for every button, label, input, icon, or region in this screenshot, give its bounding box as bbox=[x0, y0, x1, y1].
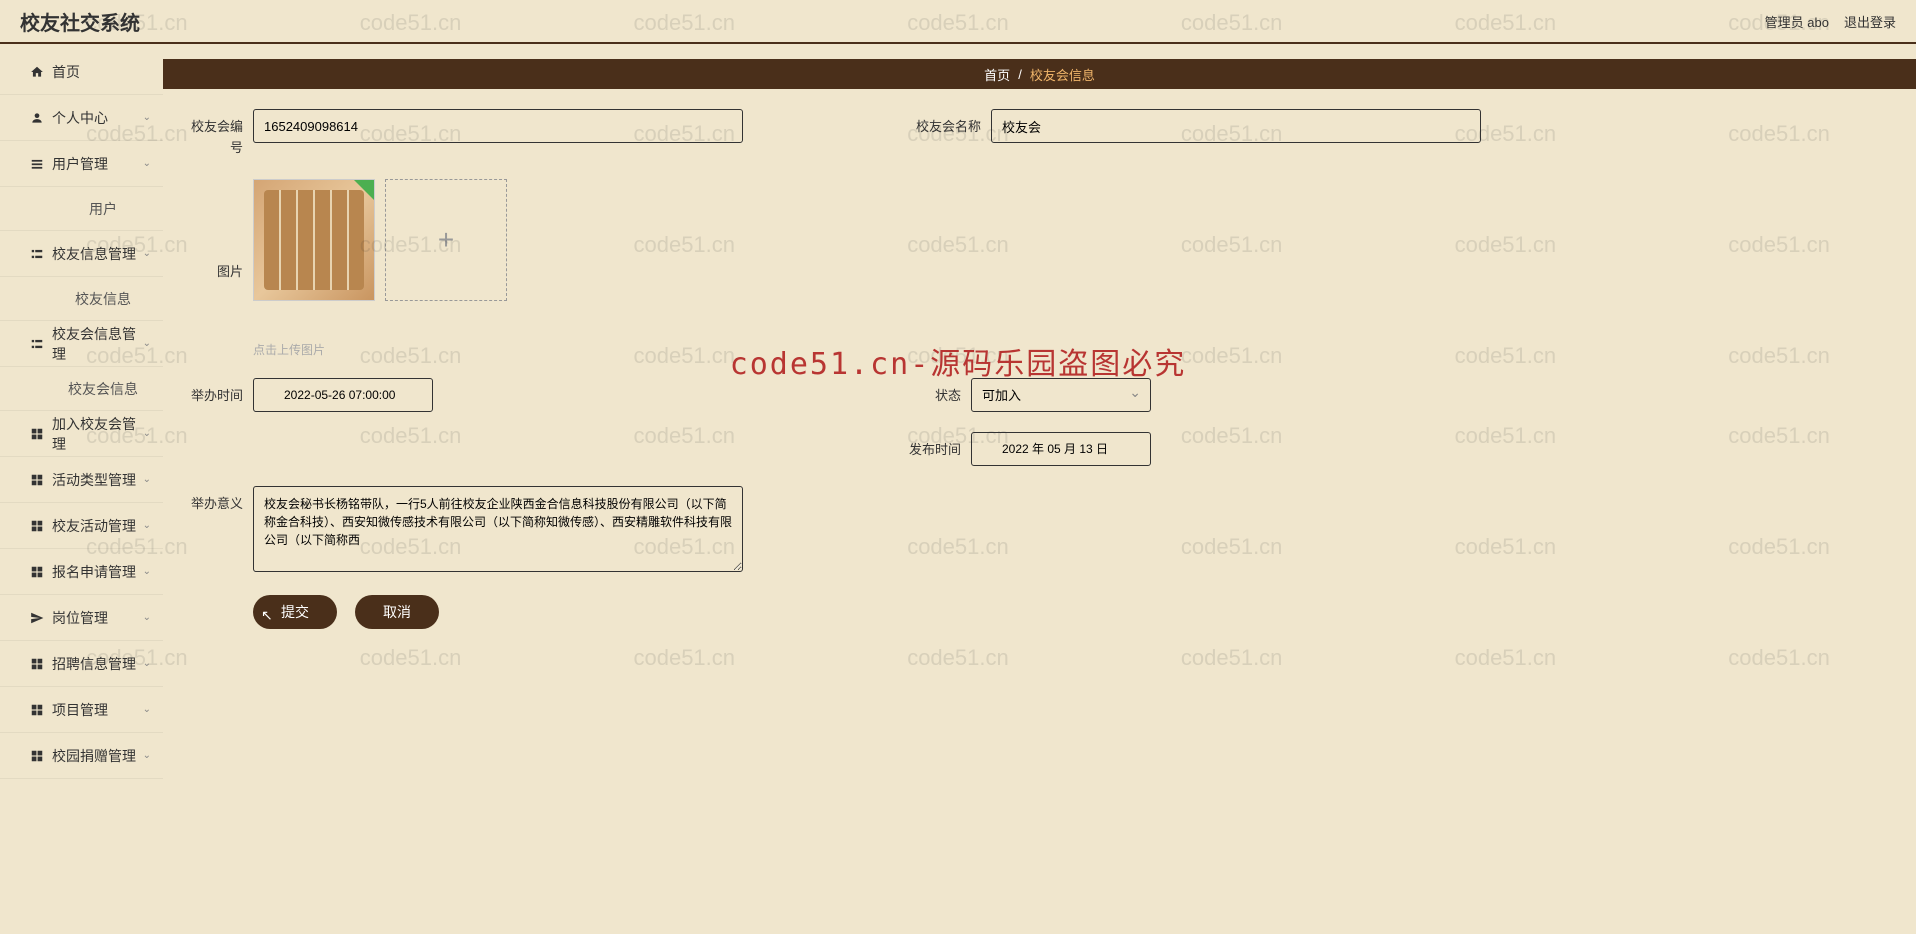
sidebar-label: 校友信息管理 bbox=[52, 244, 136, 264]
sidebar-item-recruit-mgmt[interactable]: 招聘信息管理 ⌄ bbox=[0, 641, 163, 687]
sidebar-label: 校友活动管理 bbox=[52, 516, 136, 536]
sidebar-item-personal[interactable]: 个人中心 ⌄ bbox=[0, 95, 163, 141]
sidebar-item-user-mgmt[interactable]: 用户管理 ⌄ bbox=[0, 141, 163, 187]
chevron-down-icon: ⌄ bbox=[143, 248, 151, 259]
sidebar-label: 用户 bbox=[89, 199, 117, 219]
sidebar-item-join-assoc-mgmt[interactable]: 加入校友会管理 ⌄ bbox=[0, 411, 163, 457]
breadcrumb-current: 校友会信息 bbox=[1030, 65, 1095, 84]
cursor-icon: ↖ bbox=[261, 607, 273, 624]
chevron-down-icon: ⌄ bbox=[143, 566, 151, 577]
grid-icon bbox=[30, 473, 44, 487]
grid-icon bbox=[30, 519, 44, 533]
admin-name[interactable]: 管理员 abo bbox=[1765, 12, 1829, 31]
user-icon bbox=[30, 111, 44, 125]
label-assoc-id: 校友会编号 bbox=[183, 109, 243, 159]
chevron-down-icon: ⌄ bbox=[143, 704, 151, 715]
sidebar-item-alumni-activity-mgmt[interactable]: 校友活动管理 ⌄ bbox=[0, 503, 163, 549]
sidebar: 首页 个人中心 ⌄ 用户管理 ⌄ 用户 校友信息管理 ⌄ 校友信息 bbox=[0, 44, 163, 934]
label-image: 图片 bbox=[183, 254, 243, 283]
select-status[interactable] bbox=[971, 378, 1151, 412]
input-publish-time[interactable] bbox=[971, 432, 1151, 466]
sidebar-item-project-mgmt[interactable]: 项目管理 ⌄ bbox=[0, 687, 163, 733]
sidebar-item-assoc-info-mgmt[interactable]: 校友会信息管理 ⌄ bbox=[0, 321, 163, 367]
chevron-down-icon: ⌄ bbox=[143, 158, 151, 169]
sidebar-subitem-user[interactable]: 用户 bbox=[0, 187, 163, 231]
home-icon bbox=[30, 65, 44, 79]
label-publish-time: 发布时间 bbox=[883, 432, 961, 461]
grid-icon bbox=[30, 565, 44, 579]
sidebar-item-position-mgmt[interactable]: 岗位管理 ⌄ bbox=[0, 595, 163, 641]
breadcrumb: 首页 / 校友会信息 bbox=[163, 59, 1916, 89]
users-icon bbox=[30, 157, 44, 171]
sidebar-label: 加入校友会管理 bbox=[52, 414, 143, 454]
grid-icon bbox=[30, 749, 44, 763]
sidebar-label: 首页 bbox=[52, 62, 80, 82]
sidebar-label: 校友信息 bbox=[75, 289, 131, 309]
sidebar-label: 校友会信息管理 bbox=[52, 324, 143, 364]
sidebar-item-signup-mgmt[interactable]: 报名申请管理 ⌄ bbox=[0, 549, 163, 595]
grid-icon bbox=[30, 657, 44, 671]
label-assoc-name: 校友会名称 bbox=[903, 109, 981, 138]
header-right: 管理员 abo 退出登录 bbox=[1765, 12, 1896, 31]
upload-add-button[interactable]: + bbox=[385, 179, 507, 301]
app-title: 校友社交系统 bbox=[20, 7, 140, 36]
logout-link[interactable]: 退出登录 bbox=[1844, 12, 1896, 31]
sidebar-item-home[interactable]: 首页 bbox=[0, 49, 163, 95]
sidebar-item-activity-type-mgmt[interactable]: 活动类型管理 ⌄ bbox=[0, 457, 163, 503]
submit-button[interactable]: ↖ 提交 bbox=[253, 595, 337, 629]
chevron-down-icon: ⌄ bbox=[143, 112, 151, 123]
top-header: 校友社交系统 管理员 abo 退出登录 bbox=[0, 0, 1916, 44]
input-assoc-name[interactable] bbox=[991, 109, 1481, 143]
input-assoc-id[interactable] bbox=[253, 109, 743, 143]
label-status: 状态 bbox=[883, 378, 961, 407]
textarea-meaning[interactable]: 校友会秘书长杨铭带队，一行5人前往校友企业陕西金合信息科技股份有限公司（以下简称… bbox=[253, 486, 743, 572]
upload-hint: 点击上传图片 bbox=[253, 341, 723, 358]
chevron-down-icon: ⌄ bbox=[143, 658, 151, 669]
sidebar-label: 个人中心 bbox=[52, 108, 108, 128]
label-meaning: 举办意义 bbox=[183, 486, 243, 515]
grid-icon bbox=[30, 427, 44, 441]
image-thumbnail[interactable] bbox=[253, 179, 375, 301]
plus-icon: + bbox=[438, 224, 454, 256]
sidebar-item-alumni-info-mgmt[interactable]: 校友信息管理 ⌄ bbox=[0, 231, 163, 277]
input-event-time[interactable] bbox=[253, 378, 433, 412]
content-area: 首页 / 校友会信息 校友会编号 校友会名称 bbox=[163, 44, 1916, 934]
sidebar-label: 岗位管理 bbox=[52, 608, 108, 628]
sidebar-label: 项目管理 bbox=[52, 700, 108, 720]
chevron-down-icon: ⌄ bbox=[143, 428, 151, 439]
sidebar-label: 校园捐赠管理 bbox=[52, 746, 136, 766]
label-event-time: 举办时间 bbox=[183, 378, 243, 407]
chevron-down-icon: ⌄ bbox=[143, 612, 151, 623]
cancel-button[interactable]: 取消 bbox=[355, 595, 439, 629]
sidebar-label: 活动类型管理 bbox=[52, 470, 136, 490]
sidebar-subitem-assoc-info[interactable]: 校友会信息 bbox=[0, 367, 163, 411]
chevron-down-icon: ⌄ bbox=[143, 474, 151, 485]
chevron-down-icon: ⌄ bbox=[143, 338, 151, 349]
sidebar-label: 招聘信息管理 bbox=[52, 654, 136, 674]
grid-icon bbox=[30, 703, 44, 717]
sidebar-label: 报名申请管理 bbox=[52, 562, 136, 582]
chevron-down-icon: ⌄ bbox=[143, 750, 151, 761]
form: 校友会编号 校友会名称 图片 bbox=[163, 109, 1916, 659]
sidebar-label: 用户管理 bbox=[52, 154, 108, 174]
list-icon bbox=[30, 337, 44, 351]
breadcrumb-home[interactable]: 首页 bbox=[984, 65, 1010, 84]
chevron-down-icon: ⌄ bbox=[143, 520, 151, 531]
breadcrumb-sep: / bbox=[1018, 67, 1022, 82]
sidebar-subitem-alumni-info[interactable]: 校友信息 bbox=[0, 277, 163, 321]
sidebar-item-donation-mgmt[interactable]: 校园捐赠管理 ⌄ bbox=[0, 733, 163, 779]
sidebar-label: 校友会信息 bbox=[68, 379, 138, 399]
list-icon bbox=[30, 247, 44, 261]
submit-label: 提交 bbox=[281, 604, 309, 620]
send-icon bbox=[30, 611, 44, 625]
cancel-label: 取消 bbox=[383, 604, 411, 620]
